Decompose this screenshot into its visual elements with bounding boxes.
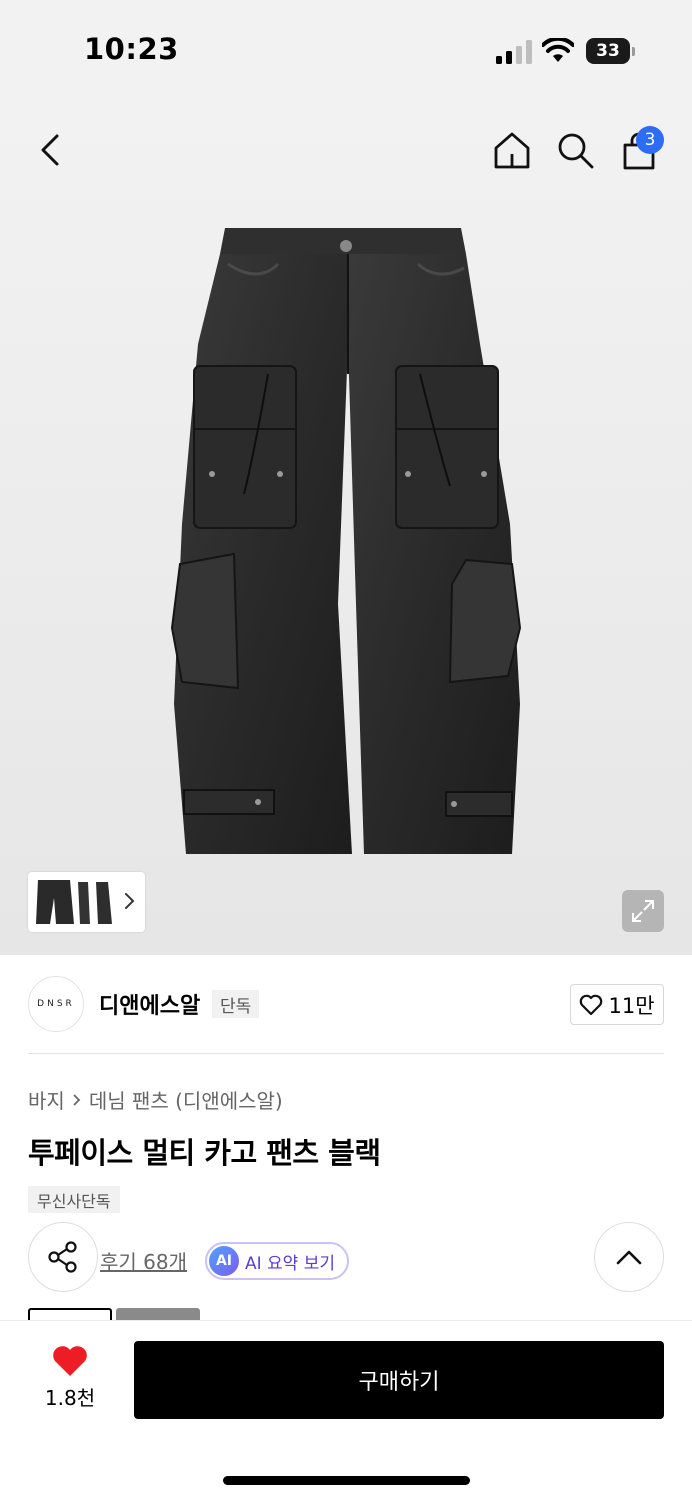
ai-icon: AI (209, 1246, 239, 1276)
home-button[interactable] (490, 128, 534, 172)
battery-icon: 33 (586, 38, 630, 64)
favorite-button[interactable]: 1.8천 (34, 1344, 106, 1414)
color-variant-row (28, 1308, 668, 1320)
product-image (170, 228, 522, 854)
search-icon (558, 133, 594, 169)
brand-logo[interactable]: DNSR (28, 976, 84, 1032)
battery-tip (632, 47, 635, 56)
share-icon (48, 1241, 77, 1273)
thumbnail-image (36, 880, 112, 924)
brand-name[interactable]: 디앤에스알 (99, 988, 200, 1020)
wifi-icon (542, 38, 574, 62)
brand-like-button[interactable]: 11만 (570, 984, 664, 1025)
breadcrumb-category[interactable]: 바지 (28, 1085, 65, 1114)
expand-image-button[interactable] (622, 890, 664, 932)
home-indicator (223, 1476, 470, 1485)
buy-button[interactable]: 구매하기 (134, 1341, 664, 1419)
chevron-up-icon (616, 1250, 642, 1265)
exclusive-tag: 무신사단독 (28, 1186, 120, 1213)
back-button[interactable] (28, 128, 72, 172)
search-button[interactable] (553, 128, 597, 172)
chevron-right-icon[interactable] (120, 886, 140, 916)
heart-filled-icon (53, 1346, 87, 1376)
brand-exclusive-tag: 단독 (212, 990, 260, 1018)
breadcrumb-subcategory[interactable]: 데님 팬츠 (디앤에스알) (89, 1085, 283, 1114)
breadcrumb: 바지 데님 팬츠 (디앤에스알) (28, 1085, 283, 1114)
chevron-right-icon (73, 1093, 81, 1106)
favorite-count: 1.8천 (44, 1386, 96, 1410)
back-icon (41, 134, 59, 166)
status-bar: 10:23 33 (0, 0, 692, 100)
variant-thumbnail[interactable] (116, 1308, 200, 1320)
status-time: 10:23 (84, 32, 179, 66)
reviews-link[interactable]: 후기 68개 (100, 1246, 187, 1275)
brand-like-count: 11만 (608, 993, 655, 1018)
heart-outline-icon (580, 994, 603, 1015)
divider (28, 1053, 664, 1054)
ai-summary-button[interactable]: AI AI 요약 보기 (205, 1242, 349, 1280)
home-icon (494, 132, 530, 169)
ai-summary-label: AI 요약 보기 (245, 1253, 336, 1274)
cart-count-badge: 3 (636, 126, 664, 154)
scroll-to-top-button[interactable] (594, 1222, 664, 1292)
share-button[interactable] (28, 1222, 98, 1292)
expand-icon (632, 900, 654, 922)
cellular-signal-icon (496, 40, 532, 64)
variant-thumbnail-selected[interactable] (28, 1308, 112, 1320)
product-title: 투페이스 멀티 카고 팬츠 블랙 (28, 1136, 381, 1170)
